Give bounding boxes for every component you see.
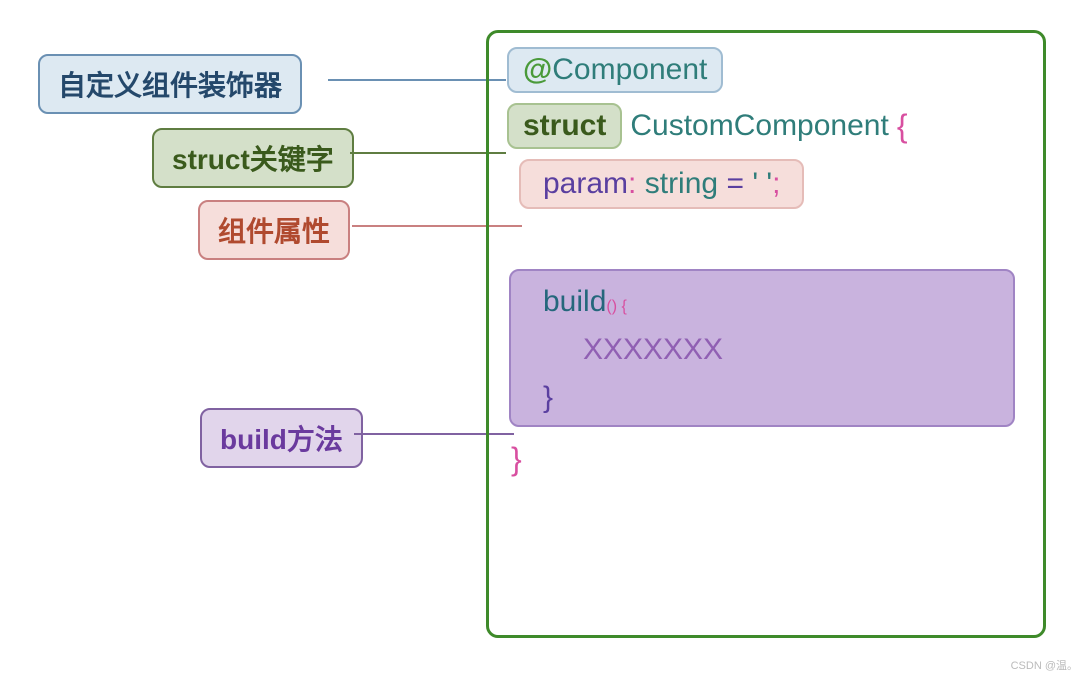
label-struct-keyword: struct关键字	[152, 128, 354, 188]
build-parens: ()	[606, 298, 617, 315]
line-decorator: @Component	[507, 47, 1025, 93]
connector-decorator	[328, 79, 506, 81]
build-open-brace: {	[622, 298, 627, 315]
param-value: ' '	[752, 167, 772, 200]
param-colon: :	[628, 167, 636, 200]
param-type: string	[645, 167, 718, 200]
struct-close-brace: }	[511, 441, 1025, 478]
label-property: 组件属性	[198, 200, 350, 260]
connector-struct	[350, 152, 506, 154]
build-close-brace: }	[543, 381, 991, 415]
label-property-text: 组件属性	[218, 216, 330, 247]
label-decorator-text: 自定义组件装饰器	[58, 70, 282, 101]
label-build-method: build方法	[200, 408, 363, 468]
param-eq: =	[726, 167, 744, 200]
label-build-text: build方法	[220, 424, 343, 455]
watermark: CSDN @温。	[1011, 657, 1078, 673]
struct-keyword: struct	[523, 109, 606, 142]
line-struct: struct CustomComponent {	[507, 103, 1025, 149]
param-box: param: string = ' ';	[519, 159, 804, 209]
component-word: Component	[552, 53, 707, 86]
build-signature-line: build() {	[543, 285, 991, 319]
label-decorator: 自定义组件装饰器	[38, 54, 302, 114]
line-param: param: string = ' ';	[507, 159, 1025, 209]
open-brace: {	[897, 108, 908, 145]
decorator-box: @Component	[507, 47, 723, 93]
struct-keyword-box: struct	[507, 103, 622, 149]
build-box: build() { XXXXXXX }	[509, 269, 1015, 427]
label-struct-text: struct关键字	[172, 144, 334, 175]
param-semi: ;	[772, 167, 780, 200]
code-panel: @Component struct CustomComponent { para…	[486, 30, 1046, 638]
at-sign: @	[523, 53, 552, 86]
param-name: param	[543, 167, 628, 200]
build-name: build	[543, 285, 606, 318]
build-body-placeholder: XXXXXXX	[583, 333, 991, 367]
class-name: CustomComponent	[630, 109, 888, 143]
